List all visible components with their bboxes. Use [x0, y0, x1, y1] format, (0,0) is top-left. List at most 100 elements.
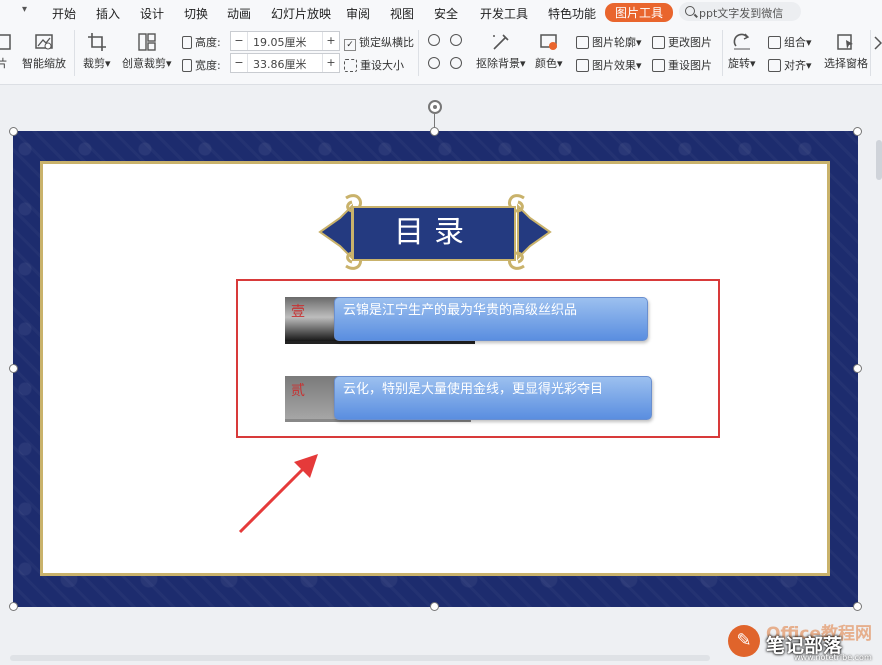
width-stepper[interactable]: − 33.86厘米 + [230, 53, 340, 73]
selection-pane-button[interactable]: 选择窗格 [824, 32, 868, 71]
ribbon: 片 智能缩放 裁剪▾ 创意裁剪▾ 高度: − 19.05厘米 + 宽度: − 3… [0, 24, 882, 85]
item-text-2[interactable]: 云化，特别是大量使用金线，更显得光彩夺目 [334, 376, 652, 420]
crop-dropdown-icon: ▾ [105, 57, 111, 70]
color-button[interactable]: 颜色▾ [535, 32, 563, 71]
item-number-2[interactable]: 贰 [285, 376, 341, 421]
reset-picture-icon [652, 59, 665, 72]
resize-handle-bottom-right[interactable] [853, 602, 862, 611]
picture-effect-label: 图片效果 [592, 59, 636, 72]
contrast-up-icon [450, 34, 462, 46]
rotate-button[interactable]: 旋转▾ [728, 32, 756, 71]
brightness-up-icon [428, 34, 440, 46]
creative-crop-icon [138, 33, 156, 51]
lock-ratio-checkbox[interactable]: ✓ 锁定纵横比 [344, 34, 414, 51]
height-increase-button[interactable]: + [322, 32, 339, 50]
tab-design[interactable]: 设计 [140, 5, 164, 22]
picture-effect-icon [576, 59, 589, 72]
reset-size-button[interactable]: 重设大小 [344, 57, 404, 73]
resize-handle-bottom-left[interactable] [9, 602, 18, 611]
ribbon-separator [870, 30, 871, 76]
tab-developer[interactable]: 开发工具 [480, 5, 528, 22]
rotate-icon [733, 33, 750, 50]
item-underline-1 [285, 341, 475, 344]
smart-zoom-button[interactable]: 智能缩放 [22, 32, 66, 71]
smart-zoom-label: 智能缩放 [22, 57, 66, 70]
rotate-dropdown-icon: ▾ [750, 57, 756, 70]
reset-picture-button[interactable]: 重设图片 [652, 57, 712, 73]
tab-insert[interactable]: 插入 [96, 5, 120, 22]
width-value[interactable]: 33.86厘米 [253, 56, 307, 72]
remove-bg-dropdown-icon: ▾ [520, 57, 526, 70]
increase-contrast-button[interactable] [450, 34, 462, 47]
decrease-contrast-button[interactable] [450, 57, 462, 70]
tab-slideshow[interactable]: 幻灯片放映 [271, 5, 331, 22]
height-value[interactable]: 19.05厘米 [253, 34, 307, 50]
change-picture-icon [652, 36, 665, 49]
picture-effect-button[interactable]: 图片效果▾ [576, 57, 642, 73]
slide-title[interactable]: 目录 [352, 206, 516, 261]
reset-size-label: 重设大小 [360, 59, 404, 72]
tab-animations[interactable]: 动画 [227, 5, 251, 22]
align-label: 对齐 [784, 59, 806, 72]
remove-background-icon [492, 34, 509, 50]
align-button[interactable]: 对齐▾ [768, 57, 812, 73]
item-number-1[interactable]: 壹 [285, 297, 341, 342]
width-field-label: 宽度: [182, 57, 221, 73]
tab-transitions[interactable]: 切换 [184, 5, 208, 22]
red-arrow-icon [238, 454, 318, 534]
resize-handle-left[interactable] [9, 364, 18, 373]
rotate-handle[interactable] [428, 100, 442, 114]
quick-access-dropdown-icon[interactable]: ▾ [22, 4, 27, 15]
width-decrease-button[interactable]: − [231, 54, 248, 72]
item-text-1[interactable]: 云锦是江宁生产的最为华贵的高级丝织品 [334, 297, 648, 341]
horizontal-scrollbar[interactable] [10, 655, 710, 661]
picture-label: 片 [0, 57, 8, 70]
crop-button[interactable]: 裁剪▾ [83, 32, 111, 71]
change-picture-button[interactable]: 更改图片 [652, 34, 712, 50]
resize-handle-top-left[interactable] [9, 127, 18, 136]
height-field-label: 高度: [182, 34, 221, 50]
color-label: 颜色 [535, 57, 557, 70]
watermark: ✎ Office教程网 笔记部落 www.notetribe.com [720, 615, 882, 665]
partial-tool-icon[interactable] [874, 36, 882, 50]
outline-dropdown-icon: ▾ [636, 36, 642, 49]
group-label: 组合 [784, 36, 806, 49]
vertical-scrollbar[interactable] [876, 140, 882, 180]
height-stepper[interactable]: − 19.05厘米 + [230, 31, 340, 51]
color-icon [540, 34, 557, 50]
resize-handle-top[interactable] [430, 127, 439, 136]
remove-background-button[interactable]: 抠除背景▾ [476, 32, 526, 71]
search-box[interactable]: ppt文字发到微信 [679, 2, 801, 21]
resize-handle-right[interactable] [853, 364, 862, 373]
brightness-down-icon [428, 57, 440, 69]
width-increase-button[interactable]: + [322, 54, 339, 72]
resize-handle-top-right[interactable] [853, 127, 862, 136]
contrast-down-icon [450, 57, 462, 69]
align-dropdown-icon: ▾ [806, 59, 812, 72]
height-decrease-button[interactable]: − [231, 32, 248, 50]
tab-picture-tools[interactable]: 图片工具 [605, 3, 674, 22]
reset-size-icon [344, 59, 357, 72]
picture-icon [0, 34, 11, 50]
increase-brightness-button[interactable] [428, 34, 440, 47]
tab-features[interactable]: 特色功能 [548, 5, 596, 22]
group-dropdown-icon: ▾ [806, 36, 812, 49]
resize-handle-bottom[interactable] [430, 602, 439, 611]
tab-review[interactable]: 审阅 [346, 5, 370, 22]
creative-crop-dropdown-icon: ▾ [166, 57, 172, 70]
color-dropdown-icon: ▾ [557, 57, 563, 70]
tab-view[interactable]: 视图 [390, 5, 414, 22]
tab-home[interactable]: 开始 [52, 5, 76, 22]
creative-crop-button[interactable]: 创意裁剪▾ [122, 32, 172, 71]
decrease-brightness-button[interactable] [428, 57, 440, 70]
ribbon-separator [418, 30, 419, 76]
picture-button[interactable]: 片 [0, 32, 12, 71]
ribbon-separator [74, 30, 75, 76]
group-button[interactable]: 组合▾ [768, 34, 812, 50]
checkbox-checked-icon: ✓ [344, 39, 356, 51]
lock-ratio-label: 锁定纵横比 [359, 36, 414, 49]
ribbon-separator [722, 30, 723, 76]
tab-security[interactable]: 安全 [434, 5, 458, 22]
effect-dropdown-icon: ▾ [636, 59, 642, 72]
picture-outline-button[interactable]: 图片轮廓▾ [576, 34, 642, 50]
